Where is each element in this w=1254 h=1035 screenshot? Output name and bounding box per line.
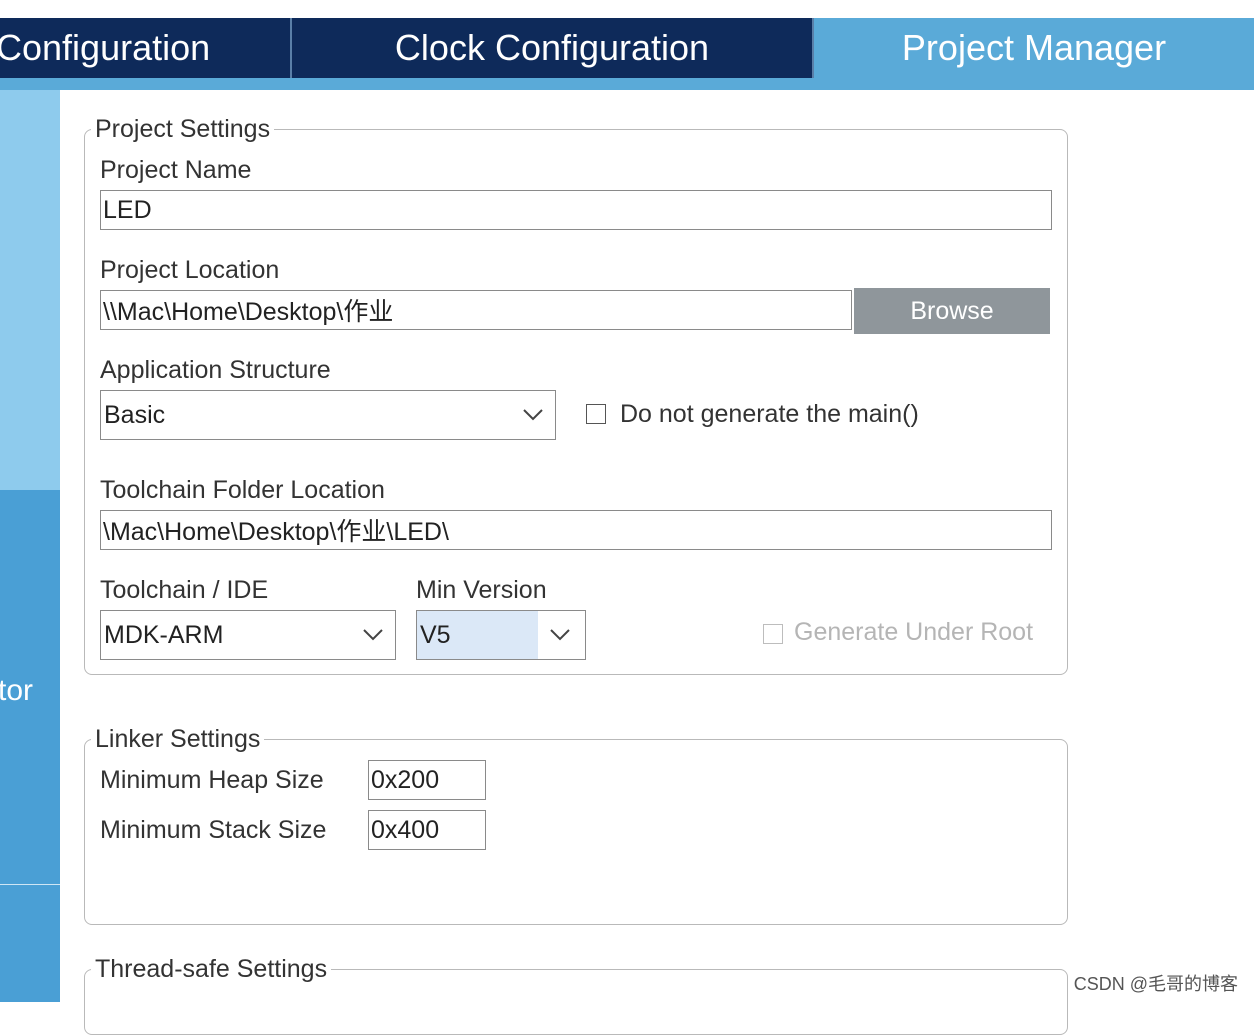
linker-settings-legend: Linker Settings [95,725,261,753]
tab-project-manager-label: Project Manager [901,27,1167,68]
tab-project-manager[interactable]: Project Manager [814,18,1254,78]
application-structure-label: Application Structure [100,356,331,384]
top-strip [0,0,1254,18]
application-structure-select[interactable]: Basic [100,390,556,440]
tab-pinout-configuration[interactable]: Configuration [0,18,290,78]
browse-button[interactable]: Browse [854,288,1050,334]
chevron-down-icon [511,391,555,439]
min-version-label: Min Version [416,576,547,604]
project-location-input[interactable]: \\Mac\Home\Desktop\作业 [100,290,852,330]
project-settings-legend: Project Settings [95,115,271,143]
min-version-select[interactable]: V5 [416,610,586,660]
do-not-generate-main-label: Do not generate the main() [620,400,919,428]
toolchain-folder-input[interactable]: \Mac\Home\Desktop\作业\LED\ [100,510,1052,550]
toolchain-ide-label: Toolchain / IDE [100,576,269,604]
min-stack-size-input[interactable]: 0x400 [368,810,486,850]
chevron-down-icon [351,611,395,659]
toolchain-ide-select[interactable]: MDK-ARM [100,610,396,660]
thread-safe-settings-legend: Thread-safe Settings [95,955,328,983]
tab-clock-label: Clock Configuration [394,27,710,68]
side-panel-divider [0,884,60,885]
toolchain-folder-label: Toolchain Folder Location [100,476,385,504]
min-version-value: V5 [417,611,538,659]
application-structure-value: Basic [104,400,166,429]
active-tab-bar [0,78,1254,90]
side-panel-item-project[interactable] [0,90,60,490]
project-location-label: Project Location [100,256,280,284]
tab-clock-configuration[interactable]: Clock Configuration [292,18,812,78]
project-name-label: Project Name [100,156,252,184]
min-heap-size-label: Minimum Heap Size [100,766,324,794]
min-heap-size-input[interactable]: 0x200 [368,760,486,800]
thread-safe-settings-group: Thread-safe Settings [84,955,1068,1035]
chevron-down-icon [538,611,582,659]
tab-pinout-label: Configuration [0,27,211,68]
project-name-input[interactable]: LED [100,190,1052,230]
watermark: CSDN @毛哥的博客 [1071,970,1240,996]
main-content: Project Settings Project Name LED Projec… [60,90,1254,1035]
side-panel-item-label[interactable]: tor [0,674,33,708]
generate-under-root-checkbox[interactable] [763,624,783,644]
generate-under-root-label: Generate Under Root [794,618,1034,646]
side-panel: tor [0,90,60,1002]
do-not-generate-main-checkbox[interactable] [586,404,606,424]
toolchain-ide-value: MDK-ARM [104,620,224,649]
min-stack-size-label: Minimum Stack Size [100,816,327,844]
